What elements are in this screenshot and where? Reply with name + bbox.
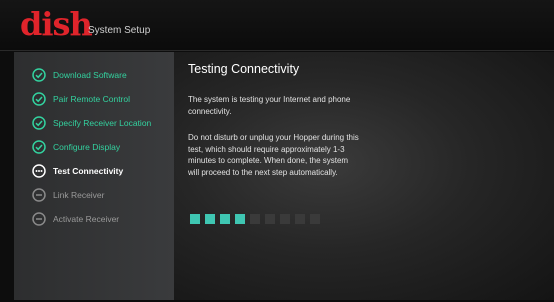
progress-segment [310, 214, 320, 224]
progress-segment [250, 214, 260, 224]
progress-segment [205, 214, 215, 224]
dish-logo: dish [20, 5, 93, 43]
progress-segment [265, 214, 275, 224]
progress-segment [280, 214, 290, 224]
progress-segment [220, 214, 230, 224]
progress-segment [295, 214, 305, 224]
step-label: Pair Remote Control [53, 94, 131, 104]
step-activate-receiver: Activate Receiver [32, 209, 119, 229]
step-label: Configure Display [53, 142, 121, 152]
check-circle-icon [32, 140, 46, 154]
step-label: Specify Receiver Location [53, 118, 152, 128]
progress-indicator [190, 214, 320, 224]
in-progress-circle-icon [32, 164, 46, 178]
check-circle-icon [32, 92, 46, 106]
status-description: The system is testing your Internet and … [188, 95, 351, 116]
step-pair-remote-control: Pair Remote Control [32, 89, 130, 109]
step-link-receiver: Link Receiver [32, 185, 105, 205]
step-label: Activate Receiver [53, 214, 120, 224]
step-label: Test Connectivity [53, 166, 124, 176]
pending-circle-icon [32, 212, 46, 226]
check-circle-icon [32, 116, 46, 130]
check-circle-icon [32, 68, 46, 82]
step-configure-display: Configure Display [32, 137, 120, 157]
progress-segment [235, 214, 245, 224]
header-subtitle: System Setup [88, 25, 151, 36]
page-title: Testing Connectivity [188, 62, 300, 76]
step-test-connectivity: Test Connectivity [32, 161, 123, 181]
progress-segment [190, 214, 200, 224]
pending-circle-icon [32, 188, 46, 202]
step-label: Link Receiver [53, 190, 105, 200]
main-content-panel: Testing Connectivity The system is testi… [174, 52, 554, 300]
header-bar: dish System Setup [0, 0, 554, 51]
step-download-software: Download Software [32, 65, 127, 85]
step-label: Download Software [53, 70, 127, 80]
step-specify-receiver-location: Specify Receiver Location [32, 113, 151, 133]
instructions-text: Do not disturb or unplug your Hopper dur… [188, 133, 359, 177]
setup-steps-sidebar: Download Software Pair Remote Control Sp… [14, 52, 174, 300]
